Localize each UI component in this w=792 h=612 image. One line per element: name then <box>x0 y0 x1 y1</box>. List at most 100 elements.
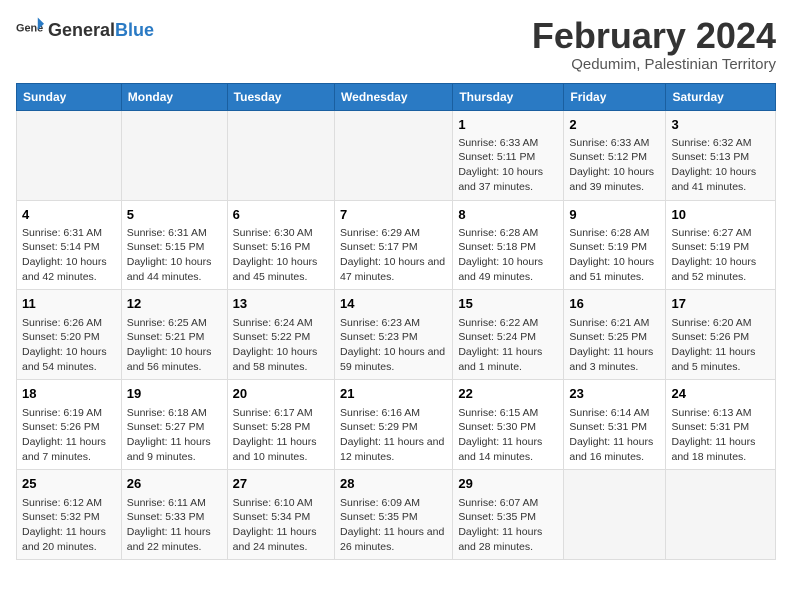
calendar-cell: 10 Sunrise: 6:27 AMSunset: 5:19 PMDayligh… <box>666 200 776 290</box>
calendar-cell: 23 Sunrise: 6:14 AMSunset: 5:31 PMDayligh… <box>564 380 666 470</box>
calendar-cell: 15 Sunrise: 6:22 AMSunset: 5:24 PMDayligh… <box>453 290 564 380</box>
day-info: Sunrise: 6:33 AMSunset: 5:11 PMDaylight:… <box>458 136 558 195</box>
day-number: 17 <box>671 295 770 313</box>
day-number: 10 <box>671 206 770 224</box>
calendar-cell: 6 Sunrise: 6:30 AMSunset: 5:16 PMDaylight… <box>227 200 334 290</box>
title-area: February 2024 Qedumim, Palestinian Terri… <box>532 16 776 73</box>
calendar-cell <box>17 110 122 200</box>
col-sunday: Sunday <box>17 83 122 110</box>
day-number: 14 <box>340 295 447 313</box>
day-number: 1 <box>458 116 558 134</box>
day-number: 13 <box>233 295 329 313</box>
day-number: 12 <box>127 295 222 313</box>
calendar-cell: 29Sunrise: 6:07 AMSunset: 5:35 PMDayligh… <box>453 470 564 560</box>
day-info: Sunrise: 6:17 AMSunset: 5:28 PMDaylight:… <box>233 406 329 465</box>
header: General GeneralBlue February 2024 Qedumi… <box>16 16 776 73</box>
day-number: 21 <box>340 385 447 403</box>
day-info: Sunrise: 6:22 AMSunset: 5:24 PMDaylight:… <box>458 316 558 375</box>
calendar-header: Sunday Monday Tuesday Wednesday Thursday… <box>17 83 776 110</box>
day-number: 22 <box>458 385 558 403</box>
day-info: Sunrise: 6:23 AMSunset: 5:23 PMDaylight:… <box>340 316 447 375</box>
logo-general-text: General <box>48 20 115 41</box>
calendar-cell <box>227 110 334 200</box>
day-info: Sunrise: 6:31 AMSunset: 5:15 PMDaylight:… <box>127 226 222 285</box>
calendar-cell: 13 Sunrise: 6:24 AMSunset: 5:22 PMDayligh… <box>227 290 334 380</box>
calendar-cell: 9 Sunrise: 6:28 AMSunset: 5:19 PMDaylight… <box>564 200 666 290</box>
calendar-cell: 17 Sunrise: 6:20 AMSunset: 5:26 PMDayligh… <box>666 290 776 380</box>
calendar-week-4: 18 Sunrise: 6:19 AMSunset: 5:26 PMDayligh… <box>17 380 776 470</box>
day-number: 23 <box>569 385 660 403</box>
day-info: Sunrise: 6:30 AMSunset: 5:16 PMDaylight:… <box>233 226 329 285</box>
calendar-cell: 21Sunrise: 6:16 AMSunset: 5:29 PMDayligh… <box>335 380 453 470</box>
col-thursday: Thursday <box>453 83 564 110</box>
day-number: 28 <box>340 475 447 493</box>
day-info: Sunrise: 6:25 AMSunset: 5:21 PMDaylight:… <box>127 316 222 375</box>
calendar-cell: 28Sunrise: 6:09 AMSunset: 5:35 PMDayligh… <box>335 470 453 560</box>
day-info: Sunrise: 6:28 AMSunset: 5:19 PMDaylight:… <box>569 226 660 285</box>
day-info: Sunrise: 6:21 AMSunset: 5:25 PMDaylight:… <box>569 316 660 375</box>
day-info: Sunrise: 6:13 AMSunset: 5:31 PMDaylight:… <box>671 406 770 465</box>
day-number: 8 <box>458 206 558 224</box>
calendar-cell: 12 Sunrise: 6:25 AMSunset: 5:21 PMDayligh… <box>121 290 227 380</box>
day-number: 3 <box>671 116 770 134</box>
logo-blue-text: Blue <box>115 20 154 41</box>
day-number: 5 <box>127 206 222 224</box>
col-saturday: Saturday <box>666 83 776 110</box>
calendar-cell: 26Sunrise: 6:11 AMSunset: 5:33 PMDayligh… <box>121 470 227 560</box>
page-subtitle: Qedumim, Palestinian Territory <box>532 56 776 73</box>
calendar-cell: 22 Sunrise: 6:15 AMSunset: 5:30 PMDayligh… <box>453 380 564 470</box>
col-monday: Monday <box>121 83 227 110</box>
day-number: 26 <box>127 475 222 493</box>
calendar-week-3: 11Sunrise: 6:26 AMSunset: 5:20 PMDayligh… <box>17 290 776 380</box>
calendar-cell: 20 Sunrise: 6:17 AMSunset: 5:28 PMDayligh… <box>227 380 334 470</box>
day-number: 29 <box>458 475 558 493</box>
calendar-cell: 25 Sunrise: 6:12 AMSunset: 5:32 PMDayligh… <box>17 470 122 560</box>
calendar-cell: 27Sunrise: 6:10 AMSunset: 5:34 PMDayligh… <box>227 470 334 560</box>
calendar-cell: 4Sunrise: 6:31 AMSunset: 5:14 PMDaylight… <box>17 200 122 290</box>
day-number: 16 <box>569 295 660 313</box>
day-info: Sunrise: 6:33 AMSunset: 5:12 PMDaylight:… <box>569 136 660 195</box>
day-info: Sunrise: 6:26 AMSunset: 5:20 PMDaylight:… <box>22 316 116 375</box>
col-friday: Friday <box>564 83 666 110</box>
day-info: Sunrise: 6:19 AMSunset: 5:26 PMDaylight:… <box>22 406 116 465</box>
day-number: 25 <box>22 475 116 493</box>
calendar-cell: 11Sunrise: 6:26 AMSunset: 5:20 PMDayligh… <box>17 290 122 380</box>
day-info: Sunrise: 6:28 AMSunset: 5:18 PMDaylight:… <box>458 226 558 285</box>
day-info: Sunrise: 6:32 AMSunset: 5:13 PMDaylight:… <box>671 136 770 195</box>
day-number: 4 <box>22 206 116 224</box>
day-number: 6 <box>233 206 329 224</box>
calendar-cell: 8 Sunrise: 6:28 AMSunset: 5:18 PMDaylight… <box>453 200 564 290</box>
day-number: 24 <box>671 385 770 403</box>
day-number: 18 <box>22 385 116 403</box>
day-number: 2 <box>569 116 660 134</box>
day-number: 27 <box>233 475 329 493</box>
calendar-week-1: 1 Sunrise: 6:33 AMSunset: 5:11 PMDaylight… <box>17 110 776 200</box>
calendar-cell <box>121 110 227 200</box>
col-wednesday: Wednesday <box>335 83 453 110</box>
calendar-body: 1 Sunrise: 6:33 AMSunset: 5:11 PMDaylight… <box>17 110 776 560</box>
col-tuesday: Tuesday <box>227 83 334 110</box>
day-info: Sunrise: 6:29 AMSunset: 5:17 PMDaylight:… <box>340 226 447 285</box>
logo-icon: General <box>16 16 44 44</box>
calendar-cell <box>335 110 453 200</box>
calendar-cell <box>666 470 776 560</box>
day-number: 9 <box>569 206 660 224</box>
day-number: 19 <box>127 385 222 403</box>
calendar-cell <box>564 470 666 560</box>
calendar-table: Sunday Monday Tuesday Wednesday Thursday… <box>16 83 776 561</box>
day-info: Sunrise: 6:14 AMSunset: 5:31 PMDaylight:… <box>569 406 660 465</box>
page-title: February 2024 <box>532 16 776 56</box>
day-info: Sunrise: 6:20 AMSunset: 5:26 PMDaylight:… <box>671 316 770 375</box>
day-info: Sunrise: 6:12 AMSunset: 5:32 PMDaylight:… <box>22 496 116 555</box>
calendar-cell: 18 Sunrise: 6:19 AMSunset: 5:26 PMDayligh… <box>17 380 122 470</box>
day-info: Sunrise: 6:27 AMSunset: 5:19 PMDaylight:… <box>671 226 770 285</box>
day-info: Sunrise: 6:24 AMSunset: 5:22 PMDaylight:… <box>233 316 329 375</box>
day-number: 20 <box>233 385 329 403</box>
calendar-cell: 24 Sunrise: 6:13 AMSunset: 5:31 PMDayligh… <box>666 380 776 470</box>
day-number: 15 <box>458 295 558 313</box>
header-row: Sunday Monday Tuesday Wednesday Thursday… <box>17 83 776 110</box>
day-info: Sunrise: 6:15 AMSunset: 5:30 PMDaylight:… <box>458 406 558 465</box>
calendar-cell: 14 Sunrise: 6:23 AMSunset: 5:23 PMDayligh… <box>335 290 453 380</box>
calendar-cell: 5 Sunrise: 6:31 AMSunset: 5:15 PMDaylight… <box>121 200 227 290</box>
calendar-cell: 3 Sunrise: 6:32 AMSunset: 5:13 PMDaylight… <box>666 110 776 200</box>
